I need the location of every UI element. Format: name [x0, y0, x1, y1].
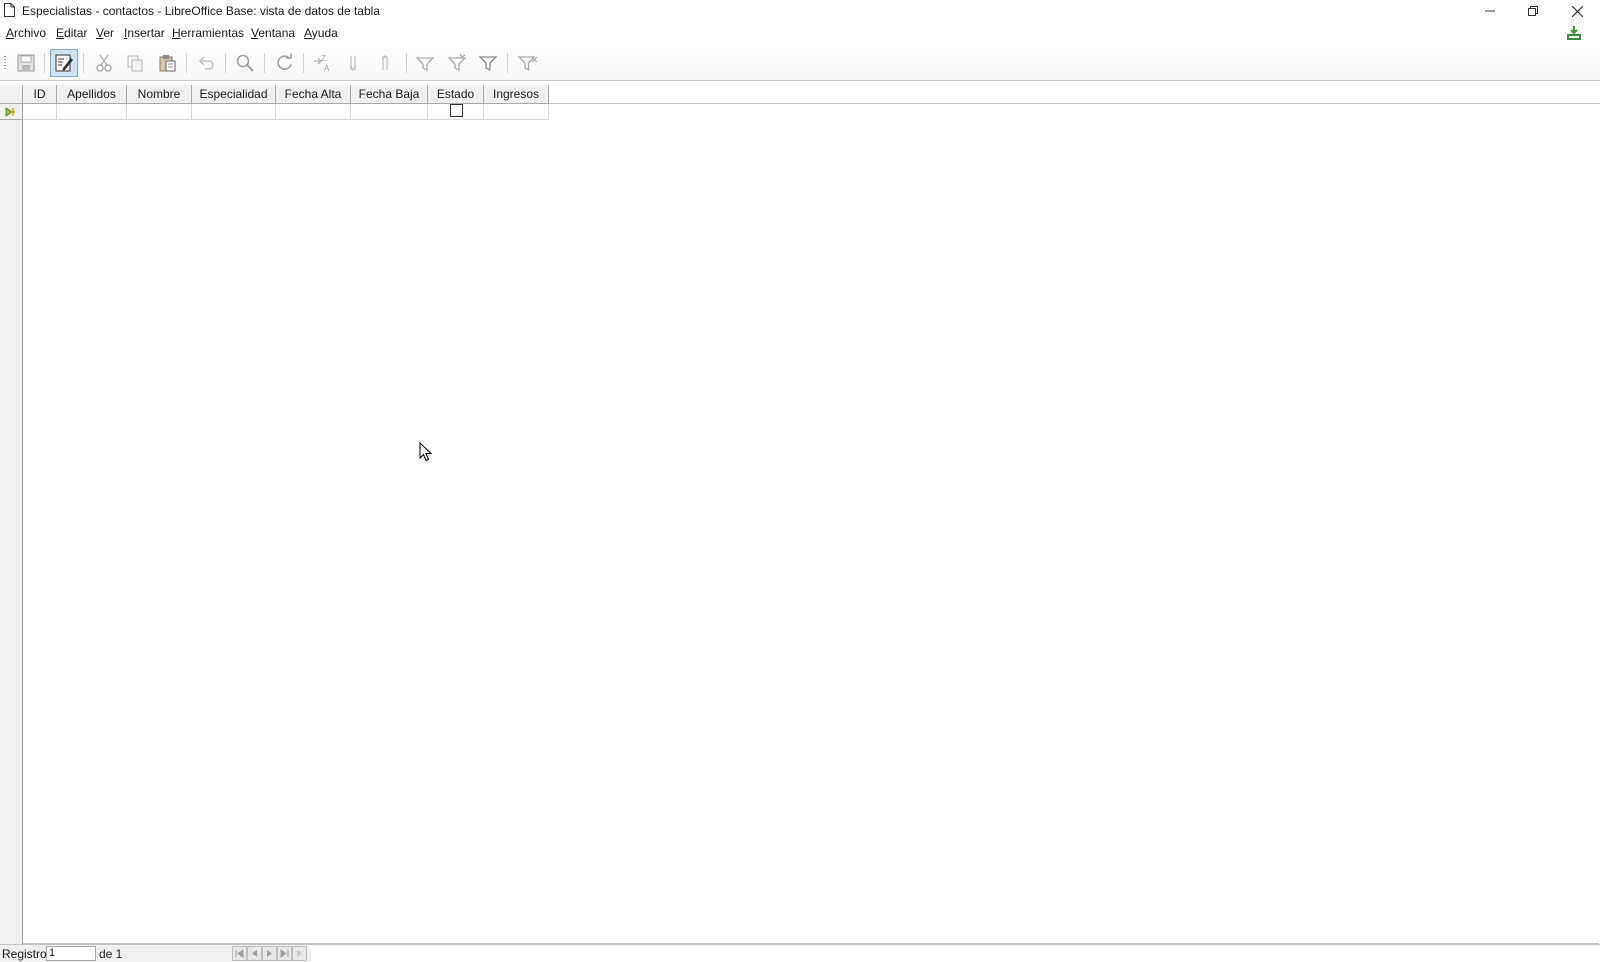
reset-filter-button[interactable] — [514, 49, 542, 77]
find-button[interactable] — [231, 49, 259, 77]
mouse-pointer-icon — [419, 442, 433, 462]
svg-text:A: A — [324, 64, 330, 73]
minimize-icon — [1485, 10, 1495, 12]
previous-record-button[interactable] — [247, 946, 262, 961]
cell-nombre[interactable] — [127, 104, 192, 120]
header-empty-area — [549, 85, 1600, 104]
cut-icon — [96, 54, 112, 72]
sort-ascending-button[interactable] — [341, 49, 369, 77]
row-header-column — [0, 85, 23, 944]
standard-filter-button[interactable] — [474, 49, 502, 77]
menu-ventana[interactable]: Ventana — [251, 26, 295, 40]
new-record-button[interactable] — [292, 946, 307, 961]
menu-ayuda[interactable]: Ayuda — [304, 26, 338, 40]
column-header-ingresos[interactable]: Ingresos — [484, 85, 549, 104]
estado-checkbox[interactable] — [450, 104, 463, 117]
reset-filter-icon — [517, 56, 538, 72]
table-grid[interactable] — [0, 85, 1599, 944]
autofilter-button[interactable] — [411, 49, 439, 77]
undo-icon — [198, 56, 214, 70]
sort-button[interactable]: Z A — [309, 49, 337, 77]
toolbar-grip[interactable] — [4, 56, 6, 70]
save-button[interactable] — [12, 49, 40, 77]
new-record-icon — [297, 950, 302, 957]
menu-bar: Archivo Editar Ver Insertar Herramientas… — [0, 22, 1600, 44]
next-record-button[interactable] — [262, 946, 277, 961]
menu-editar[interactable]: Editar — [56, 26, 87, 40]
close-icon — [1571, 5, 1583, 17]
undo-button[interactable] — [192, 49, 220, 77]
svg-text:Z: Z — [321, 54, 326, 63]
restore-icon — [1528, 6, 1538, 16]
autofilter-icon — [415, 57, 435, 72]
toolbar-separator — [44, 53, 45, 73]
toolbar-separator — [83, 53, 84, 73]
menu-ver[interactable]: Ver — [96, 26, 114, 40]
close-button[interactable] — [1555, 0, 1599, 22]
column-header-especialidad[interactable]: Especialidad — [192, 85, 276, 104]
record-count-label: de 1 — [99, 947, 123, 961]
table-data-toolbar: Z A — [0, 44, 1600, 81]
current-row-marker[interactable] — [0, 104, 23, 120]
cell-fecha-baja[interactable] — [351, 104, 428, 120]
toolbar-separator — [303, 53, 304, 73]
title-bar: Especialistas - contactos - LibreOffice … — [0, 0, 1600, 22]
sort-ascending-icon — [349, 56, 357, 72]
cell-ingresos[interactable] — [484, 104, 549, 120]
cell-fecha-alta[interactable] — [276, 104, 351, 120]
column-header-id[interactable]: ID — [23, 85, 57, 104]
apply-filter-button[interactable] — [443, 49, 471, 77]
statusbar-empty-area — [311, 946, 1600, 962]
previous-record-icon — [252, 950, 257, 957]
copy-icon — [127, 55, 143, 72]
copy-button[interactable] — [121, 49, 149, 77]
record-label: Registro — [2, 947, 47, 961]
refresh-icon — [277, 53, 292, 70]
save-icon — [17, 54, 35, 72]
last-record-icon — [280, 949, 289, 958]
record-navigation-bar: Registro 1 de 1 — [0, 944, 1600, 962]
find-icon — [236, 54, 254, 72]
row-pointer-icon — [5, 106, 15, 117]
standard-filter-icon — [478, 56, 498, 72]
toolbar-separator — [186, 53, 187, 73]
refresh-button[interactable] — [271, 49, 299, 77]
grid-corner[interactable] — [0, 85, 23, 104]
menu-herramientas[interactable]: Herramientas — [172, 26, 244, 40]
cell-especialidad[interactable] — [192, 104, 276, 120]
column-header-fecha-baja[interactable]: Fecha Baja — [351, 85, 428, 104]
column-header-estado[interactable]: Estado — [428, 85, 484, 104]
menu-archivo[interactable]: Archivo — [6, 26, 46, 40]
column-header-apellidos[interactable]: Apellidos — [57, 85, 127, 104]
sort-descending-icon — [381, 54, 389, 70]
record-number-input[interactable]: 1 — [46, 946, 96, 961]
next-record-icon — [267, 950, 272, 957]
edit-data-button[interactable] — [50, 49, 78, 77]
sort-icon: Z A — [314, 54, 330, 73]
first-record-button[interactable] — [232, 946, 247, 961]
cell-id[interactable] — [23, 104, 57, 120]
cut-button[interactable] — [90, 49, 118, 77]
toolbar-separator — [406, 53, 407, 73]
window-title: Especialistas - contactos - LibreOffice … — [22, 4, 380, 18]
paste-icon — [159, 55, 176, 72]
minimize-button[interactable] — [1468, 0, 1512, 22]
apply-filter-icon — [447, 53, 467, 72]
column-header-fecha-alta[interactable]: Fecha Alta — [276, 85, 351, 104]
menu-insertar[interactable]: Insertar — [124, 26, 165, 40]
toolbar-separator — [264, 53, 265, 73]
column-header-nombre[interactable]: Nombre — [127, 85, 192, 104]
last-record-button[interactable] — [277, 946, 292, 961]
paste-button[interactable] — [153, 49, 181, 77]
document-icon — [4, 3, 15, 17]
restore-button[interactable] — [1511, 0, 1555, 22]
edit-data-icon — [55, 54, 73, 72]
update-available-icon[interactable] — [1566, 25, 1582, 41]
toolbar-separator — [507, 53, 508, 73]
cell-apellidos[interactable] — [57, 104, 127, 120]
first-record-icon — [235, 949, 244, 958]
toolbar-separator — [225, 53, 226, 73]
sort-descending-button[interactable] — [373, 49, 401, 77]
